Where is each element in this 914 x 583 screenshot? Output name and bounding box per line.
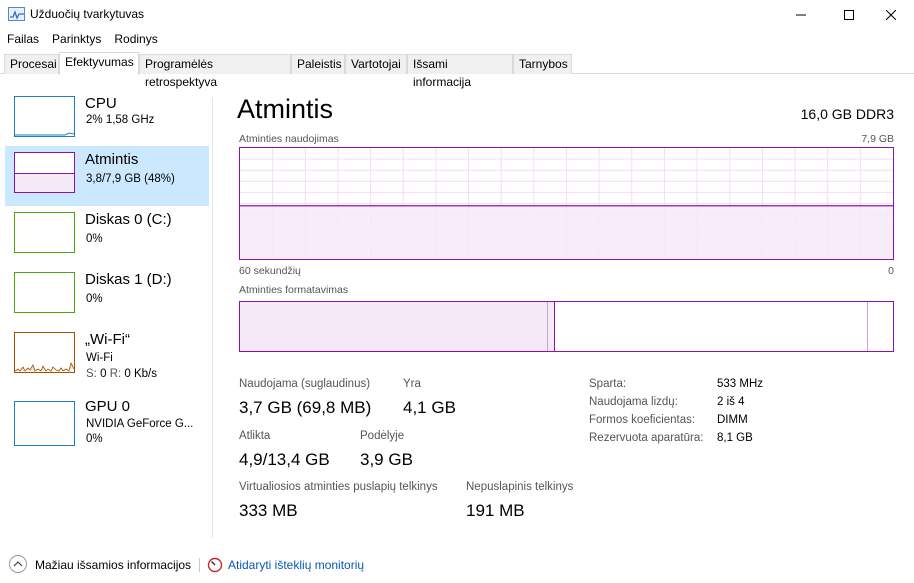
- close-button[interactable]: [868, 0, 914, 30]
- wifi-thumbnail: [14, 332, 75, 373]
- sidebar-item-sub: 0%: [86, 233, 103, 245]
- menu-options[interactable]: Parinktys: [45, 30, 107, 50]
- tab-services[interactable]: Tarnybos: [513, 54, 572, 74]
- in-use-value: 3,7 GB (69,8 MB): [239, 398, 372, 417]
- minimize-icon: [796, 14, 806, 16]
- menu-file[interactable]: Failas: [0, 30, 45, 50]
- sidebar-item-sub: 2% 1,58 GHz: [86, 114, 155, 126]
- memory-spec: 16,0 GB DDR3: [800, 106, 894, 122]
- footer-bar: Mažiau išsamios informacijos Atidaryti i…: [0, 550, 914, 583]
- composition-standby[interactable]: [555, 302, 868, 351]
- nonpaged-pool-label: Nepuslapinis telkinys: [466, 481, 574, 493]
- composition-free[interactable]: [868, 302, 893, 351]
- sidebar-item-gpu[interactable]: GPU 0 NVIDIA GeForce G... 0%: [5, 393, 209, 455]
- resource-monitor-icon[interactable]: [207, 557, 223, 573]
- tab-bar: Procesai Efektyvumas Programėlės retrosp…: [0, 52, 914, 89]
- tab-performance[interactable]: Efektyvumas: [59, 52, 139, 75]
- usage-graph-svg: [240, 148, 893, 259]
- committed-label: Atlikta: [239, 430, 271, 442]
- memory-composition-bar: [239, 301, 894, 352]
- sidebar-divider: [212, 98, 213, 538]
- task-manager-icon: [8, 7, 25, 21]
- speed-label: Sparta:: [589, 378, 627, 390]
- chevron-up-icon[interactable]: [9, 555, 27, 573]
- menu-view[interactable]: Rodinys: [107, 30, 163, 50]
- time-span-label: 60 sekundžių: [239, 265, 301, 277]
- reserved-value: 8,1 GB: [717, 432, 753, 444]
- footer-separator: [199, 558, 200, 572]
- paged-pool-value: 333 MB: [239, 501, 298, 520]
- receive-value: 0 Kb/s: [124, 368, 157, 380]
- sidebar-item-sub2: 0%: [86, 433, 103, 445]
- available-label: Yra: [403, 378, 421, 390]
- slots-label: Naudojama lizdų:: [589, 396, 678, 408]
- sidebar-item-cpu[interactable]: CPU 2% 1,58 GHz: [5, 90, 209, 150]
- cpu-thumbnail: [14, 96, 75, 137]
- menu-bar: Failas Parinktys Rodinys: [0, 30, 914, 50]
- maximize-button[interactable]: [826, 0, 872, 30]
- cached-label: Podėlyje: [360, 430, 405, 442]
- page-title: Atmintis: [237, 94, 334, 124]
- cached-value: 3,9 GB: [360, 450, 413, 469]
- wifi-throughput: S: 0 R: 0 Kb/s: [86, 368, 157, 380]
- sidebar-item-title: Atmintis: [85, 151, 139, 168]
- sidebar-item-sub: 3,8/7,9 GB (48%): [86, 173, 175, 185]
- committed-value: 4,9/13,4 GB: [239, 450, 330, 469]
- tab-startup[interactable]: Paleistis: [291, 54, 345, 74]
- usage-graph-label: Atminties naudojimas: [239, 133, 339, 145]
- disk0-thumbnail: [14, 212, 75, 253]
- close-icon: [886, 10, 896, 20]
- receive-label: R:: [109, 368, 122, 380]
- window-title: Užduočių tvarkytuvas: [30, 7, 145, 21]
- composition-modified[interactable]: [548, 302, 555, 351]
- sidebar-item-sub: Wi-Fi: [86, 352, 113, 364]
- usage-fill-area: [240, 205, 893, 259]
- form-factor-label: Formos koeficientas:: [589, 414, 696, 426]
- composition-label: Atminties formatavimas: [239, 284, 349, 296]
- sidebar-item-title: GPU 0: [85, 398, 131, 415]
- maximize-icon: [844, 10, 854, 20]
- form-factor-value: DIMM: [717, 414, 748, 426]
- open-resource-monitor-link[interactable]: Atidaryti išteklių monitorių: [228, 558, 364, 572]
- send-label: S:: [86, 368, 97, 380]
- tab-app-history[interactable]: Programėlės retrospektyva: [139, 54, 291, 89]
- disk1-thumbnail: [14, 272, 75, 313]
- tab-details[interactable]: Išsami informacija: [407, 54, 513, 89]
- sidebar-item-title: Diskas 0 (C:): [85, 211, 172, 228]
- available-value: 4,1 GB: [403, 398, 456, 417]
- minimize-button[interactable]: [778, 0, 824, 30]
- sidebar-item-disk-1[interactable]: Diskas 1 (D:) 0%: [5, 266, 209, 326]
- slots-value: 2 iš 4: [717, 396, 745, 408]
- title-bar: Užduočių tvarkytuvas: [0, 0, 914, 30]
- sidebar-item-sub: NVIDIA GeForce G...: [86, 418, 194, 430]
- usage-graph-max: 7,9 GB: [861, 133, 894, 145]
- reserved-label: Rezervuota aparatūra:: [589, 432, 704, 444]
- sidebar-item-title: Diskas 1 (D:): [85, 271, 172, 288]
- in-use-label: Naudojama (suglaudinus): [239, 378, 371, 390]
- time-min-label: 0: [888, 265, 894, 277]
- send-value: 0: [100, 368, 107, 380]
- sidebar-item-wifi[interactable]: „Wi-Fi“ Wi-Fi S: 0 R: 0 Kb/s: [5, 326, 209, 388]
- sidebar-item-memory[interactable]: Atmintis 3,8/7,9 GB (48%): [5, 146, 209, 206]
- tab-processes[interactable]: Procesai: [4, 54, 59, 74]
- gpu-thumbnail: [14, 401, 75, 446]
- resource-sidebar: CPU 2% 1,58 GHz Atmintis 3,8/7,9 GB (48%…: [0, 75, 212, 540]
- sidebar-item-title: „Wi-Fi“: [85, 331, 130, 348]
- composition-in-use[interactable]: [240, 302, 548, 351]
- memory-usage-graph: [239, 147, 894, 260]
- speed-value: 533 MHz: [717, 378, 764, 390]
- sidebar-item-title: CPU: [85, 95, 117, 112]
- tab-users[interactable]: Vartotojai: [345, 54, 407, 74]
- sidebar-item-disk-0[interactable]: Diskas 0 (C:) 0%: [5, 206, 209, 266]
- fewer-details-button[interactable]: Mažiau išsamios informacijos: [35, 558, 191, 572]
- paged-pool-label: Virtualiosios atminties puslapių telkiny…: [239, 481, 438, 493]
- memory-thumbnail: [14, 152, 75, 193]
- sidebar-item-sub: 0%: [86, 293, 103, 305]
- nonpaged-pool-value: 191 MB: [466, 501, 525, 520]
